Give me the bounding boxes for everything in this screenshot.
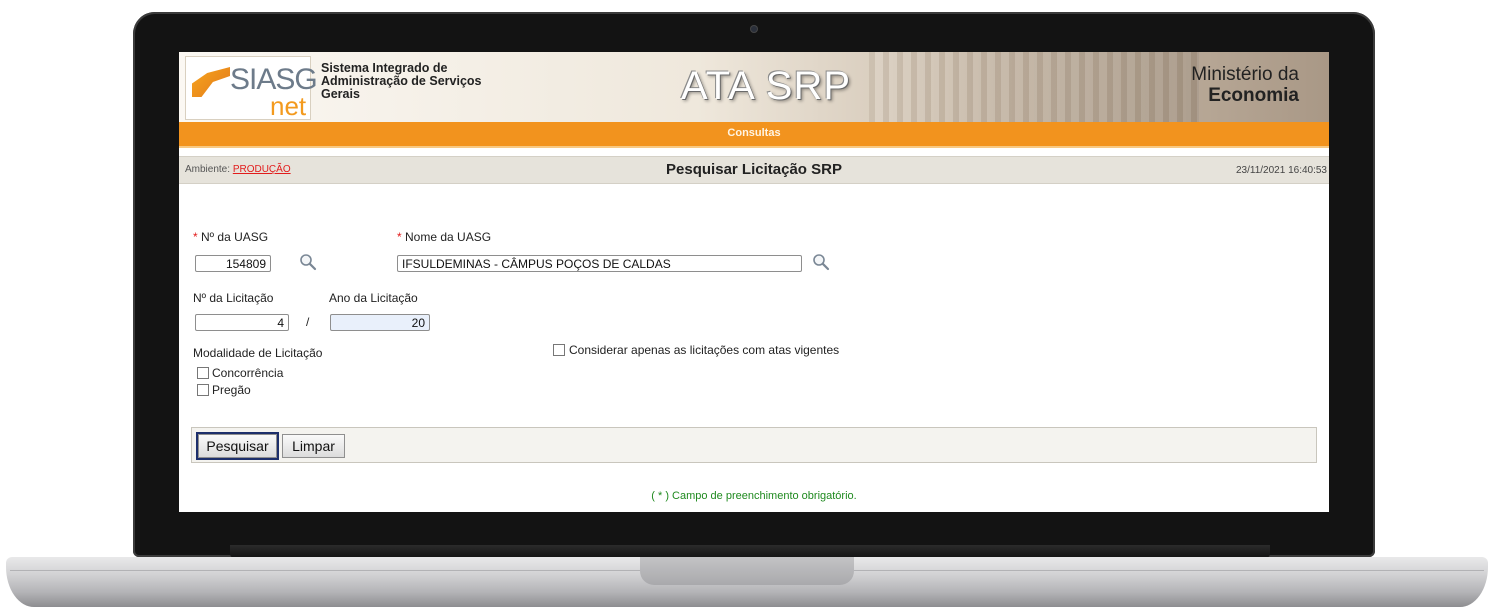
- licitacao-year-input[interactable]: 20: [330, 314, 430, 331]
- concorrencia-checkbox[interactable]: [197, 367, 209, 379]
- header-photo: [869, 52, 1199, 122]
- laptop-screen: SIASG net Sistema Integrado de Administr…: [179, 52, 1329, 512]
- atas-vigentes-checkbox[interactable]: [553, 344, 565, 356]
- licitacao-year-label: Ano da Licitação: [329, 291, 418, 305]
- uasg-number-label: * Nº da UASG: [193, 230, 269, 244]
- search-icon[interactable]: [812, 253, 830, 271]
- required-mark: *: [397, 230, 402, 244]
- required-mark: *: [193, 230, 198, 244]
- uasg-number-input[interactable]: 154809: [195, 255, 271, 272]
- page-title: Pesquisar Licitação SRP: [666, 161, 842, 178]
- menu-bar: Consultas: [179, 122, 1329, 148]
- datetime: 23/11/2021 16:40:53: [1235, 165, 1327, 176]
- ministry-line2: Economia: [1208, 85, 1299, 106]
- atas-vigentes-label: Considerar apenas as licitações com atas…: [569, 343, 840, 357]
- pregao-checkbox[interactable]: [197, 384, 209, 396]
- licitacao-number-input[interactable]: 4: [195, 314, 289, 331]
- required-field-note: ( * ) Campo de preenchimento obrigatório…: [651, 490, 857, 502]
- clear-button[interactable]: Limpar: [282, 434, 345, 458]
- licitacao-number-label: Nº da Licitação: [193, 291, 274, 305]
- app-title: ATA SRP: [681, 64, 852, 108]
- menu-item-consultas[interactable]: Consultas: [179, 127, 1329, 139]
- uasg-name-label: * Nome da UASG: [397, 230, 492, 244]
- title-bar: Ambiente: PRODUÇÃO Pesquisar Licitação S…: [179, 156, 1329, 184]
- concorrencia-label: Concorrência: [212, 366, 284, 380]
- ministry-line1: Ministério da: [1191, 64, 1299, 85]
- search-icon[interactable]: [299, 253, 317, 271]
- uasg-name-input[interactable]: IFSULDEMINAS - CÂMPUS POÇOS DE CALDAS: [397, 255, 802, 272]
- laptop-opening-notch: [640, 557, 854, 585]
- number-year-separator: /: [306, 315, 310, 329]
- system-name: Sistema Integrado de Administração de Se…: [321, 61, 482, 101]
- webcam: [750, 25, 758, 33]
- button-bar: Pesquisar Limpar: [191, 427, 1317, 463]
- ministry-name: Ministério da Economia: [1191, 64, 1299, 106]
- header-banner: SIASG net Sistema Integrado de Administr…: [179, 52, 1329, 122]
- siasg-logo-icon: [192, 67, 230, 97]
- pregao-label: Pregão: [212, 383, 251, 397]
- modalidade-label: Modalidade de Licitação: [193, 346, 323, 360]
- logo-sub-text: net: [270, 91, 307, 121]
- search-form: * Nº da UASG 154809 * Nome da UASG IFSUL…: [179, 188, 1329, 512]
- search-button[interactable]: Pesquisar: [196, 432, 279, 460]
- siasg-logo[interactable]: SIASG net: [185, 56, 318, 121]
